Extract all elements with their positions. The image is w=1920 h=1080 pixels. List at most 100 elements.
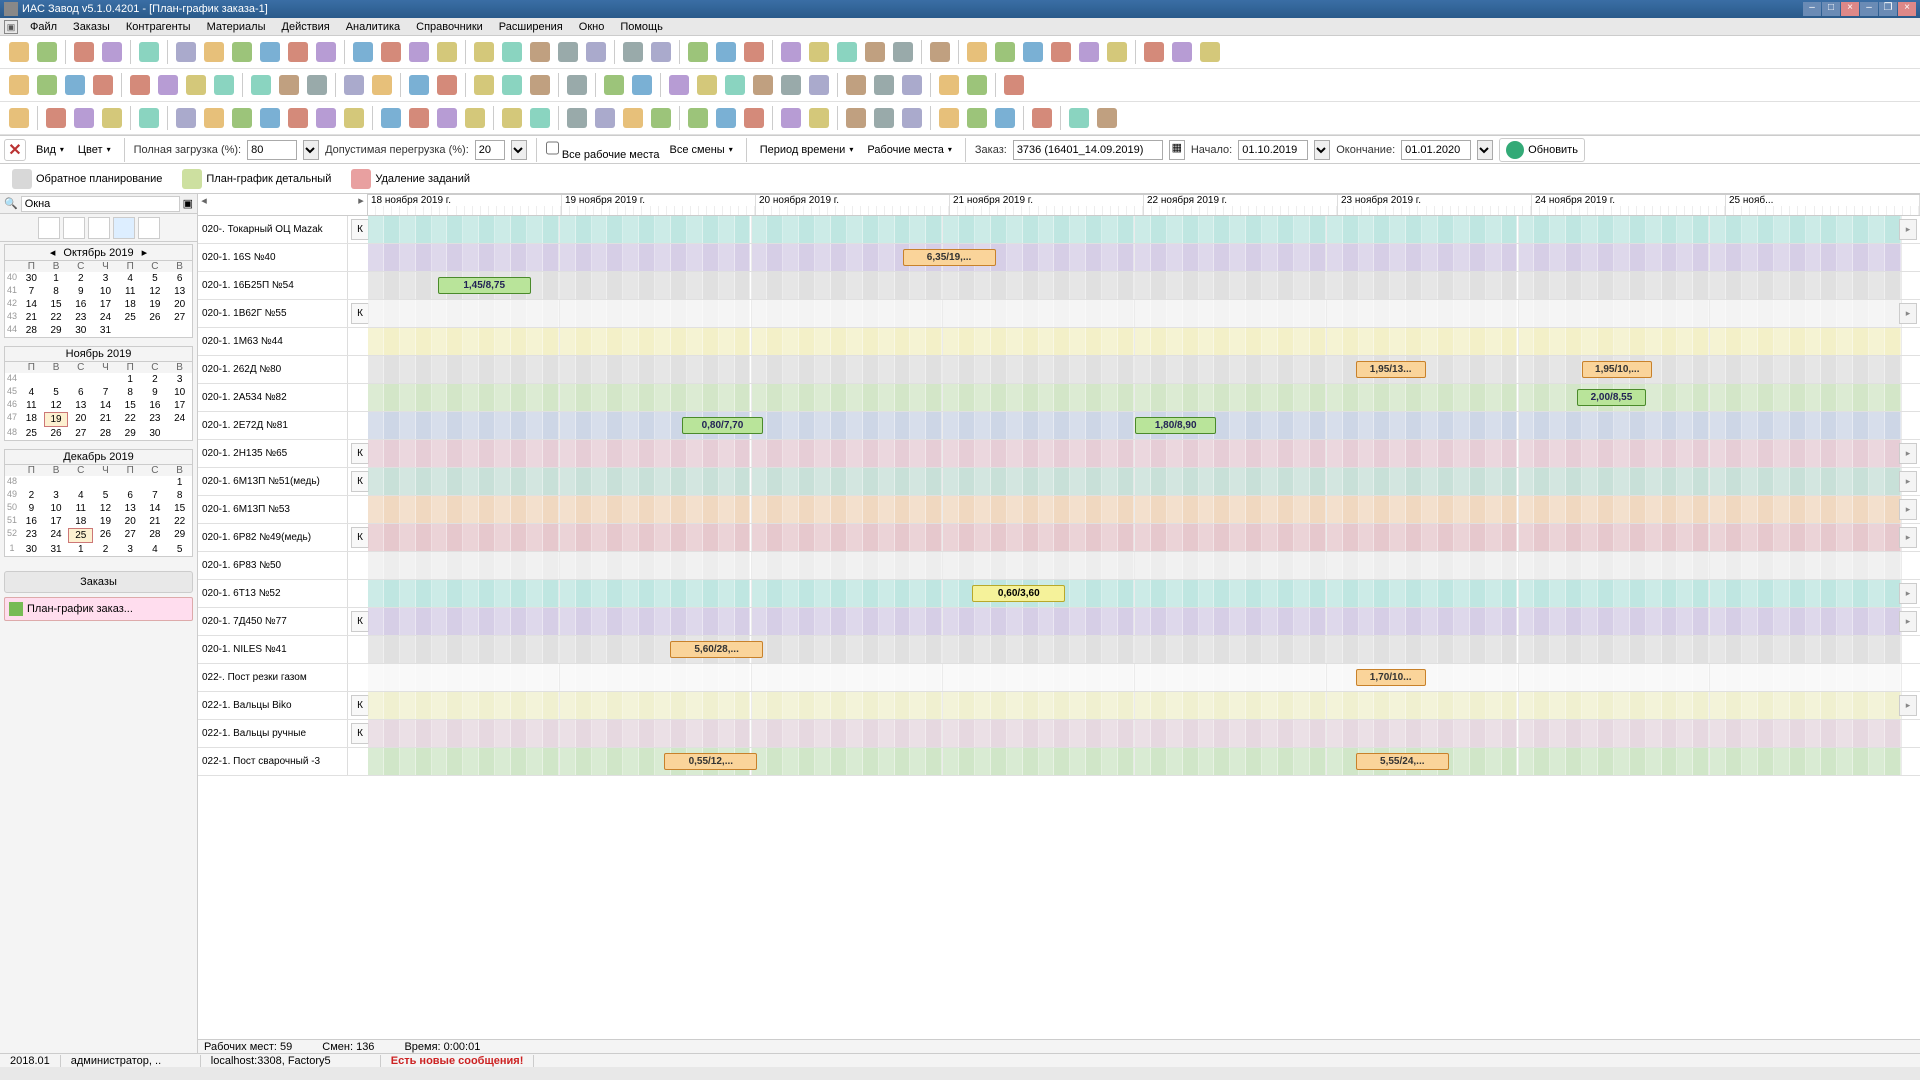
menu-file[interactable]: Файл: [22, 21, 65, 33]
toolbar-button[interactable]: [471, 72, 497, 98]
calendar-day[interactable]: 23: [143, 412, 168, 427]
calendar-day[interactable]: [143, 324, 168, 337]
toolbar-button[interactable]: [927, 39, 953, 65]
layout-btn-4[interactable]: [113, 217, 135, 239]
calendar-day[interactable]: 26: [44, 427, 69, 440]
calendar-day[interactable]: 27: [68, 427, 93, 440]
gantt-task[interactable]: 1,80/8,90: [1135, 417, 1216, 434]
toolbar-button[interactable]: [1169, 39, 1195, 65]
menu-contractors[interactable]: Контрагенты: [118, 21, 199, 33]
calendar-day[interactable]: 30: [19, 272, 44, 285]
menu-ext[interactable]: Расширения: [491, 21, 571, 33]
calendar-day[interactable]: 10: [167, 386, 192, 399]
toolbar-button[interactable]: [778, 39, 804, 65]
calendar-day[interactable]: 5: [143, 272, 168, 285]
calendar-day[interactable]: 14: [143, 502, 168, 515]
calendar-day[interactable]: [68, 476, 93, 489]
end-input[interactable]: [1401, 140, 1471, 160]
toolbar-button[interactable]: [136, 105, 162, 131]
maximize-button[interactable]: □: [1822, 2, 1840, 16]
pin-icon[interactable]: ▣: [183, 197, 193, 210]
calendar-day[interactable]: [44, 373, 69, 386]
menu-analytics[interactable]: Аналитика: [338, 21, 408, 33]
calendar-day[interactable]: [44, 476, 69, 489]
calendar-day[interactable]: 13: [68, 399, 93, 412]
gantt-row-scroll[interactable]: ▸: [1899, 611, 1917, 632]
toolbar-button[interactable]: [434, 39, 460, 65]
menu-materials[interactable]: Материалы: [199, 21, 274, 33]
calendar-day[interactable]: 15: [118, 399, 143, 412]
toolbar-button[interactable]: [694, 72, 720, 98]
toolbar-button[interactable]: [555, 39, 581, 65]
calendar-day[interactable]: 14: [19, 298, 44, 311]
calendar-day[interactable]: 20: [167, 298, 192, 311]
toolbar-button[interactable]: [6, 105, 32, 131]
toolbar-button[interactable]: [685, 39, 711, 65]
calendar-day[interactable]: 16: [19, 515, 44, 528]
calendar-day[interactable]: 29: [118, 427, 143, 440]
calendar-day[interactable]: 24: [167, 412, 192, 427]
calendar-day[interactable]: 1: [68, 543, 93, 556]
calendar-day[interactable]: 8: [167, 489, 192, 502]
toolbar-button[interactable]: [285, 105, 311, 131]
cal-prev[interactable]: ◂: [198, 194, 210, 215]
toolbar-button[interactable]: [62, 72, 88, 98]
calendar-day[interactable]: 4: [68, 489, 93, 502]
calendar-day[interactable]: 9: [143, 386, 168, 399]
calendar-day[interactable]: 1: [167, 476, 192, 489]
calendar-day[interactable]: [118, 324, 143, 337]
refresh-button[interactable]: Обновить: [1499, 138, 1585, 162]
calendar-day[interactable]: 19: [143, 298, 168, 311]
workplaces-dropdown[interactable]: Рабочие места: [863, 142, 956, 158]
gantt-row-k-button[interactable]: К: [351, 611, 369, 632]
toolbar-button[interactable]: [1094, 105, 1120, 131]
cal-prev[interactable]: ◂: [46, 246, 60, 259]
toolbar-button[interactable]: [778, 72, 804, 98]
toolbar-button[interactable]: [211, 72, 237, 98]
clear-filter-button[interactable]: ✕: [4, 139, 26, 161]
order-input[interactable]: [1013, 140, 1163, 160]
calendar-day[interactable]: 7: [19, 285, 44, 298]
calendar-day[interactable]: 15: [167, 502, 192, 515]
gantt-row-scroll[interactable]: ▸: [1899, 583, 1917, 604]
calendar-day[interactable]: 8: [44, 285, 69, 298]
calendar-day[interactable]: 4: [143, 543, 168, 556]
calendar-day[interactable]: [93, 373, 118, 386]
color-dropdown[interactable]: Цвет: [74, 142, 115, 158]
calendar-day[interactable]: 2: [19, 489, 44, 502]
calendar-day[interactable]: 23: [19, 528, 44, 543]
toolbar-button[interactable]: [313, 39, 339, 65]
calendar-day[interactable]: 23: [68, 311, 93, 324]
calendar-day[interactable]: 11: [19, 399, 44, 412]
gantt-row-k-button[interactable]: К: [351, 443, 369, 464]
calendar-day[interactable]: 16: [143, 399, 168, 412]
toolbar-button[interactable]: [806, 72, 832, 98]
toolbar-button[interactable]: [43, 105, 69, 131]
calendar-day[interactable]: 21: [143, 515, 168, 528]
gantt-row-scroll[interactable]: ▸: [1899, 695, 1917, 716]
calendar-day[interactable]: 8: [118, 386, 143, 399]
calendar-day[interactable]: 20: [68, 412, 93, 427]
gantt-task[interactable]: 0,55/12,...: [664, 753, 757, 770]
calendar-day[interactable]: 1: [118, 373, 143, 386]
delete-tasks-button[interactable]: Удаление заданий: [345, 166, 476, 192]
toolbar-button[interactable]: [890, 39, 916, 65]
calendar-day[interactable]: 9: [68, 285, 93, 298]
calendar-day[interactable]: 9: [19, 502, 44, 515]
all-shifts-dropdown[interactable]: Все смены: [666, 142, 737, 158]
toolbar-button[interactable]: [499, 39, 525, 65]
orders-header[interactable]: Заказы: [4, 571, 193, 593]
calendar-day[interactable]: 26: [143, 311, 168, 324]
toolbar-button[interactable]: [406, 39, 432, 65]
overload-select[interactable]: [511, 140, 527, 160]
toolbar-button[interactable]: [173, 105, 199, 131]
calendar-day[interactable]: 22: [44, 311, 69, 324]
full-load-input[interactable]: [247, 140, 297, 160]
toolbar-button[interactable]: [406, 72, 432, 98]
calendar-day[interactable]: 29: [167, 528, 192, 543]
toolbar-button[interactable]: [229, 39, 255, 65]
calendar-day[interactable]: 3: [44, 489, 69, 502]
toolbar-button[interactable]: [499, 72, 525, 98]
toolbar-button[interactable]: [34, 39, 60, 65]
toolbar-button[interactable]: [685, 105, 711, 131]
